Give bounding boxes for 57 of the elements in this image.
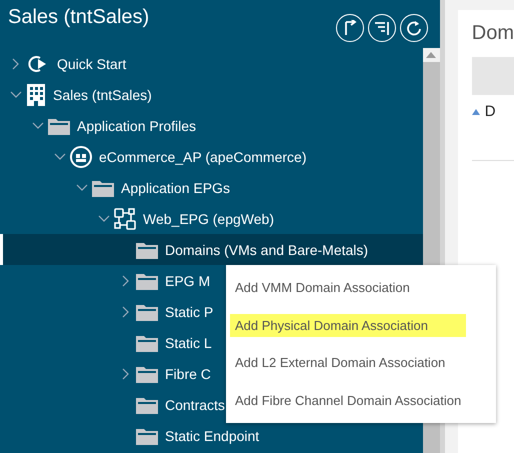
content-title: Dom (472, 22, 514, 45)
menu-item[interactable]: Add Physical Domain Association (230, 314, 466, 337)
chevron-down-icon[interactable] (32, 122, 44, 130)
collapse-button[interactable] (368, 14, 396, 42)
tree-item-label: Application Profiles (77, 118, 196, 134)
tree-item-label: Quick Start (57, 56, 126, 72)
list-icon (374, 20, 390, 36)
tree-item[interactable]: Web_EPG (epgWeb) (0, 203, 423, 234)
tree-item[interactable]: Application EPGs (0, 172, 423, 203)
refresh-icon (406, 20, 422, 36)
tree-item-label: Web_EPG (epgWeb) (143, 210, 274, 226)
folder-icon (136, 396, 158, 414)
table-cell: D (484, 103, 496, 120)
tree-item[interactable]: Quick Start (0, 48, 423, 79)
chevron-right-icon[interactable] (12, 58, 20, 70)
chevron-down-icon[interactable] (98, 214, 110, 222)
menu-item[interactable]: Add L2 External Domain Association (230, 351, 466, 374)
folder-icon (136, 272, 158, 290)
tree-item-label: Contracts (165, 396, 225, 412)
tree-item[interactable]: Sales (tntSales) (0, 79, 423, 110)
scroll-up-icon[interactable] (426, 52, 436, 58)
folder-icon (136, 334, 158, 352)
chevron-right-icon[interactable] (122, 274, 130, 286)
table-header (472, 57, 514, 95)
tree-item-label: Application EPGs (121, 180, 230, 196)
tree-item[interactable]: Application Profiles (0, 110, 423, 141)
panel-title: Sales (tntSales) (8, 6, 150, 30)
tree-item-label: EPG M (165, 272, 210, 288)
chevron-down-icon[interactable] (54, 152, 66, 160)
tree-item[interactable]: eCommerce_AP (apeCommerce) (0, 141, 423, 172)
chevron-down-icon[interactable] (10, 90, 22, 98)
folder-icon (136, 302, 158, 320)
folder-icon (136, 364, 158, 382)
folder-icon (136, 240, 158, 258)
tree-item-label: Static L (165, 334, 212, 350)
chevron-down-icon[interactable] (76, 184, 88, 192)
tree-item[interactable]: Domains (VMs and Bare-Metals) (0, 234, 423, 265)
app-profile-icon (70, 146, 92, 168)
menu-item[interactable]: Add Fibre Channel Domain Association (230, 388, 466, 412)
folder-icon (136, 426, 158, 444)
building-icon (26, 84, 46, 106)
tree-item[interactable]: Static Endpoint (0, 420, 423, 451)
refresh-button[interactable] (400, 14, 428, 42)
folder-icon (92, 178, 114, 196)
tree-item-label: Fibre C (165, 366, 211, 382)
chevron-right-icon[interactable] (122, 368, 130, 380)
folder-icon (48, 116, 70, 134)
tree-item-label: Sales (tntSales) (53, 86, 152, 102)
tree-item-label: Static P (165, 304, 214, 320)
tree-item-label: Static Endpoint (165, 428, 260, 444)
tree-item-label: Domains (VMs and Bare-Metals) (165, 242, 368, 258)
chevron-right-icon[interactable] (122, 306, 130, 318)
menu-item[interactable]: Add VMM Domain Association (230, 276, 466, 300)
sort-up-icon[interactable] (472, 108, 480, 114)
back-button[interactable] (336, 14, 364, 42)
tree-item-label: eCommerce_AP (apeCommerce) (99, 148, 306, 164)
network-icon (114, 208, 136, 230)
